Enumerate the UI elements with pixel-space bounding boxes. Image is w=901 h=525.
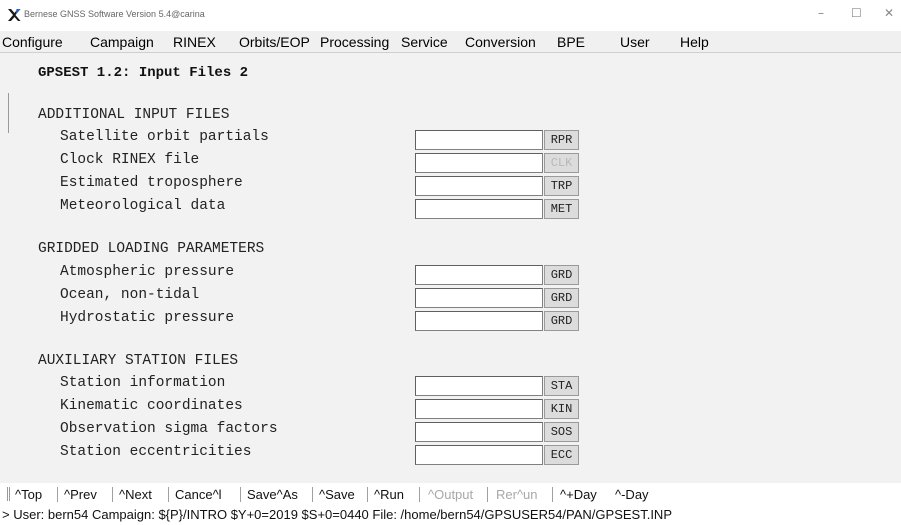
cmd-run[interactable]: ^Run [374, 487, 404, 502]
window-title: Bernese GNSS Software Version 5.4@carina [24, 9, 205, 19]
cmd-save[interactable]: ^Save [319, 487, 355, 502]
cmd-top[interactable]: ^Top [15, 487, 42, 502]
station-eccentricities-field[interactable] [415, 445, 543, 465]
menu-orbits-eop[interactable]: Orbits/EOP [239, 34, 310, 50]
command-bar-grip [7, 487, 10, 501]
panel-left-edge [8, 93, 9, 133]
separator [487, 487, 488, 502]
estimated-troposphere-field[interactable] [415, 176, 543, 196]
cmd-plus-day[interactable]: ^+Day [560, 487, 597, 502]
section-heading-gridded-loading-parameters: GRIDDED LOADING PARAMETERS [38, 241, 265, 257]
label-atmospheric-pressure: Atmospheric pressure [60, 264, 235, 280]
input-panel: GPSEST 1.2: Input Files 2 ADDITIONAL INP… [0, 53, 901, 483]
label-meteorological-data: Meteorological data [60, 198, 226, 214]
close-button[interactable]: ✕ [884, 6, 894, 20]
trp-select-button[interactable]: TRP [544, 176, 579, 196]
separator [57, 487, 58, 502]
bernese-x-icon [8, 9, 21, 21]
label-estimated-troposphere: Estimated troposphere [60, 175, 243, 191]
cmd-prev[interactable]: ^Prev [64, 487, 97, 502]
label-hydrostatic-pressure: Hydrostatic pressure [60, 310, 235, 326]
label-satellite-orbit-partials: Satellite orbit partials [60, 129, 269, 145]
menu-rinex[interactable]: RINEX [173, 34, 216, 50]
sos-select-button[interactable]: SOS [544, 422, 579, 442]
label-kinematic-coordinates: Kinematic coordinates [60, 398, 243, 414]
kin-select-button[interactable]: KIN [544, 399, 579, 419]
minimize-button[interactable]: – [818, 6, 824, 20]
cmd-output[interactable]: ^Output [428, 487, 473, 502]
cmd-minus-day[interactable]: ^-Day [615, 487, 649, 502]
menu-help[interactable]: Help [680, 34, 709, 50]
clock-rinex-file-field[interactable] [415, 153, 543, 173]
label-clock-rinex-file: Clock RINEX file [60, 152, 200, 168]
atmospheric-pressure-field[interactable] [415, 265, 543, 285]
rpr-select-button[interactable]: RPR [544, 130, 579, 150]
command-bar: ^Top ^Prev ^Next Cance^l Save^As ^Save ^… [0, 483, 901, 505]
menu-configure[interactable]: Configure [2, 34, 63, 50]
menu-user[interactable]: User [620, 34, 650, 50]
separator [240, 487, 241, 502]
label-ocean-non-tidal: Ocean, non-tidal [60, 287, 200, 303]
separator [112, 487, 113, 502]
title-bar: Bernese GNSS Software Version 5.4@carina… [0, 0, 901, 30]
sta-select-button[interactable]: STA [544, 376, 579, 396]
separator [552, 487, 553, 502]
separator [419, 487, 420, 502]
menu-conversion[interactable]: Conversion [465, 34, 536, 50]
separator [312, 487, 313, 502]
label-station-eccentricities: Station eccentricities [60, 444, 252, 460]
section-heading-auxiliary-station-files: AUXILIARY STATION FILES [38, 353, 239, 369]
session-info: > User: bern54 Campaign: ${P}/INTRO $Y+0… [2, 507, 672, 522]
observation-sigma-factors-field[interactable] [415, 422, 543, 442]
menu-processing[interactable]: Processing [320, 34, 389, 50]
grd-atmospheric-select-button[interactable]: GRD [544, 265, 579, 285]
separator [168, 487, 169, 502]
section-heading-additional-input-files: ADDITIONAL INPUT FILES [38, 107, 230, 123]
met-select-button[interactable]: MET [544, 199, 579, 219]
grd-ocean-select-button[interactable]: GRD [544, 288, 579, 308]
kinematic-coordinates-field[interactable] [415, 399, 543, 419]
separator [367, 487, 368, 502]
label-station-information: Station information [60, 375, 226, 391]
satellite-orbit-partials-field[interactable] [415, 130, 543, 150]
menu-service[interactable]: Service [401, 34, 448, 50]
menu-bar: Configure Campaign RINEX Orbits/EOP Proc… [0, 31, 901, 53]
ocean-non-tidal-field[interactable] [415, 288, 543, 308]
info-line: > User: bern54 Campaign: ${P}/INTRO $Y+0… [0, 505, 901, 525]
hydrostatic-pressure-field[interactable] [415, 311, 543, 331]
station-information-field[interactable] [415, 376, 543, 396]
maximize-button[interactable]: ☐ [851, 6, 862, 20]
menu-campaign[interactable]: Campaign [90, 34, 154, 50]
label-observation-sigma-factors: Observation sigma factors [60, 421, 278, 437]
ecc-select-button[interactable]: ECC [544, 445, 579, 465]
clk-select-button[interactable]: CLK [544, 153, 579, 173]
cmd-next[interactable]: ^Next [119, 487, 152, 502]
cmd-cancel[interactable]: Cance^l [175, 487, 222, 502]
meteorological-data-field[interactable] [415, 199, 543, 219]
grd-hydrostatic-select-button[interactable]: GRD [544, 311, 579, 331]
cmd-save-as[interactable]: Save^As [247, 487, 298, 502]
menu-bpe[interactable]: BPE [557, 34, 585, 50]
cmd-rerun[interactable]: Rer^un [496, 487, 538, 502]
panel-title: GPSEST 1.2: Input Files 2 [38, 65, 249, 81]
